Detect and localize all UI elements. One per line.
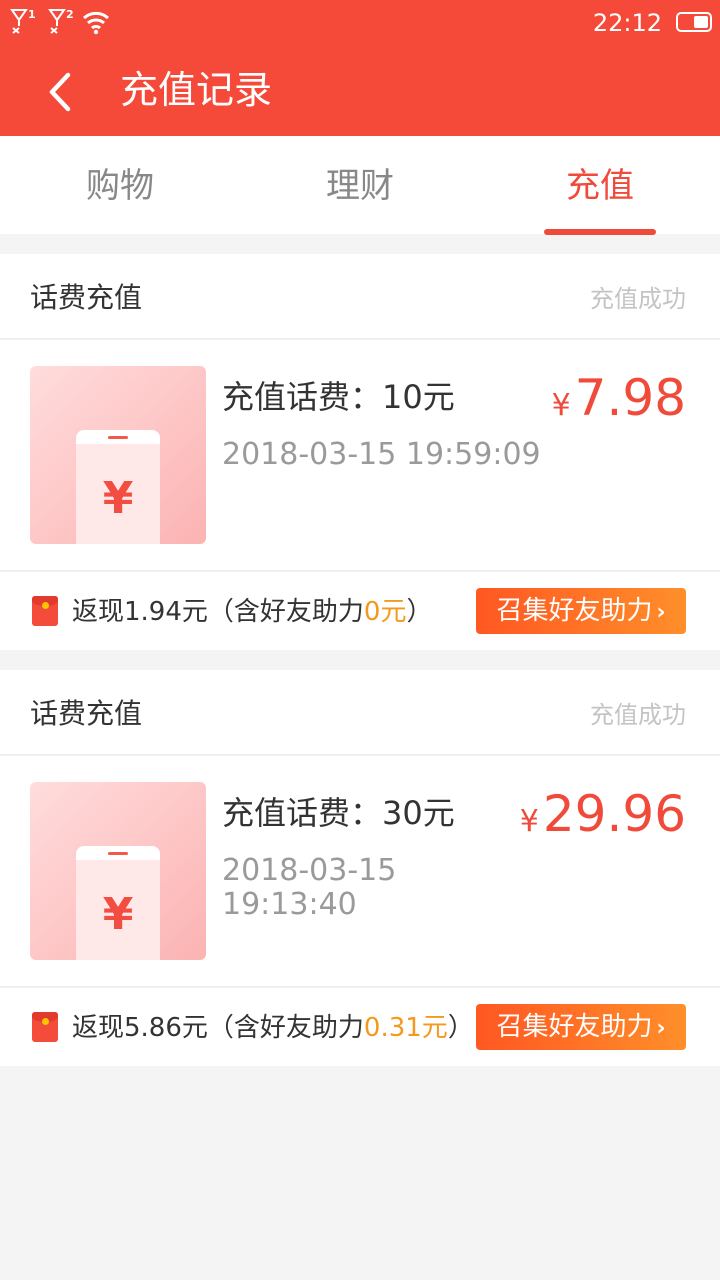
recharge-date: 2018-03-15 19:13:40 — [222, 853, 397, 922]
recharge-price: ¥29.96 — [520, 782, 686, 854]
tab-finance[interactable]: 理财 — [240, 136, 480, 234]
record-card[interactable]: 话费充值 充值成功 ¥ 充值话费：10元 2018-03-15 19:59:09… — [0, 254, 720, 650]
phone-icon: ¥ — [76, 430, 160, 544]
record-status: 充值成功 — [590, 284, 686, 313]
recharge-item-name: 充值话费：30元 — [222, 794, 455, 832]
phone-recharge-thumbnail: ¥ — [30, 782, 206, 960]
price-value: 7.98 — [574, 369, 686, 427]
status-bar: 1 2 22:12 — [0, 0, 720, 48]
record-header: 话费充值 充值成功 — [0, 670, 720, 756]
friend-help-amount: 0元 — [363, 597, 407, 627]
battery-icon — [676, 12, 712, 32]
phone-recharge-thumbnail: ¥ — [30, 366, 206, 544]
tab-shopping[interactable]: 购物 — [0, 136, 240, 234]
cashback-row: 返现5.86元（含好友助力0.31元） 召集好友助力 › — [0, 988, 720, 1066]
recharge-price: ¥7.98 — [552, 366, 686, 438]
record-status: 充值成功 — [590, 700, 686, 729]
recharge-date: 2018-03-15 19:59:09 — [222, 437, 541, 472]
record-type: 话费充值 — [30, 697, 143, 730]
chevron-right-icon: › — [656, 600, 666, 625]
invite-friends-button[interactable]: 召集好友助力 › — [476, 1004, 686, 1050]
red-envelope-icon — [32, 1012, 58, 1042]
record-card[interactable]: 话费充值 充值成功 ¥ 充值话费：30元 2018-03-15 19:13:40… — [0, 670, 720, 1066]
cashback-row: 返现1.94元（含好友助力0元） 召集好友助力 › — [0, 572, 720, 650]
tab-recharge[interactable]: 充值 — [480, 136, 720, 235]
record-body[interactable]: ¥ 充值话费：30元 2018-03-15 19:13:40 ¥29.96 — [0, 756, 720, 988]
chevron-right-icon: › — [656, 1016, 666, 1041]
currency-symbol: ¥ — [551, 388, 571, 423]
app-header: 1 2 22:12 充值记录 — [0, 0, 720, 136]
record-body[interactable]: ¥ 充值话费：10元 2018-03-15 19:59:09 ¥7.98 — [0, 340, 720, 572]
signal-sim2-icon: 2 — [48, 8, 74, 34]
chevron-left-icon[interactable] — [46, 72, 74, 112]
invite-friends-button[interactable]: 召集好友助力 › — [476, 588, 686, 634]
friend-help-amount: 0.31元 — [363, 1013, 448, 1043]
red-envelope-icon — [32, 596, 58, 626]
status-time: 22:12 — [592, 9, 662, 37]
wifi-icon — [83, 11, 109, 35]
price-value: 29.96 — [542, 785, 686, 843]
record-header: 话费充值 充值成功 — [0, 254, 720, 340]
page-title: 充值记录 — [120, 68, 273, 112]
recharge-item-name: 充值话费：10元 — [222, 378, 455, 416]
record-type: 话费充值 — [30, 281, 143, 314]
phone-icon: ¥ — [76, 846, 160, 960]
cashback-text: 返现1.94元（含好友助力0元） — [72, 597, 433, 627]
tab-bar: 购物 理财 充值 — [0, 136, 720, 235]
currency-symbol: ¥ — [519, 804, 539, 839]
cashback-text: 返现5.86元（含好友助力0.31元） — [72, 1013, 474, 1043]
signal-sim1-icon: 1 — [10, 8, 36, 34]
